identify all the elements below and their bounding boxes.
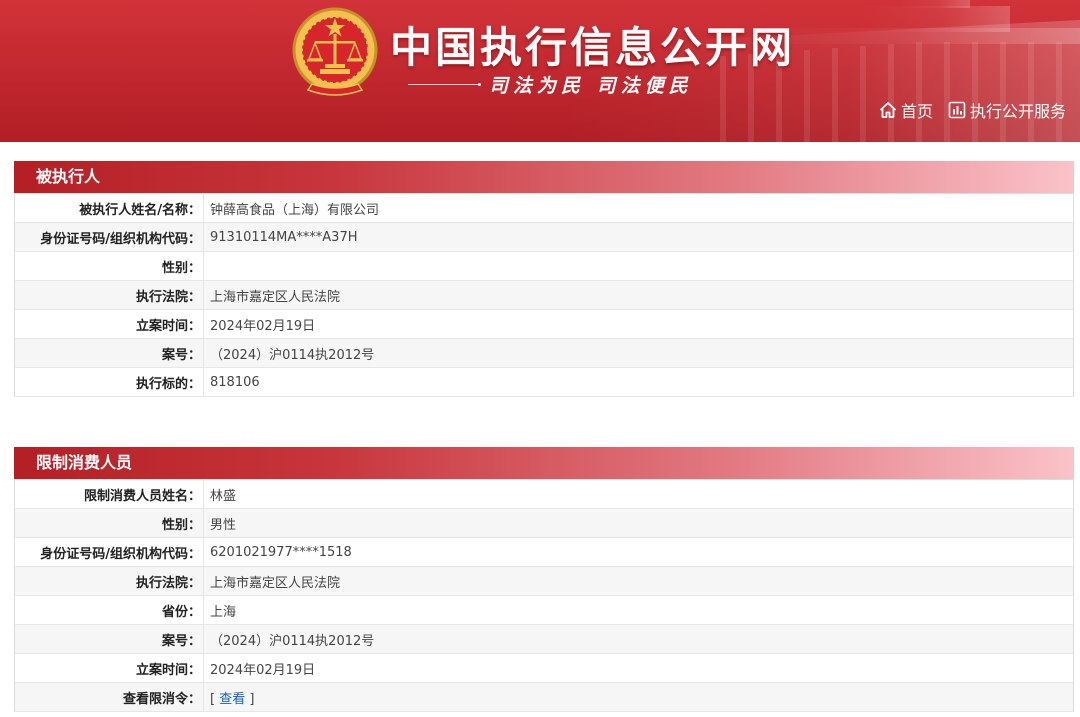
debtor-section-title: 被执行人 [14,161,1074,193]
field-label: 身份证号码/组织机构代码： [14,537,204,567]
site-header: 中国执行信息公开网 司法为民 司法便民 首页 执行公开服务 [0,0,1080,142]
field-label: 性别： [14,251,204,281]
table-row: 被执行人姓名/名称： 钟薛高食品（上海）有限公司 [14,193,1074,223]
home-icon [879,102,897,118]
table-row: 限制消费人员姓名： 林盛 [14,479,1074,509]
table-row: 立案时间： 2024年02月19日 [14,653,1074,683]
bracket-close: ] [245,691,255,707]
site-slogan: 司法为民 司法便民 [408,70,748,98]
debtor-info-table: 被执行人姓名/名称： 钟薛高食品（上海）有限公司 身份证号码/组织机构代码： 9… [14,193,1074,397]
restricted-gender-value: 男性 [203,508,1074,538]
nav-execution-service[interactable]: 执行公开服务 [947,98,1066,122]
nav-service-label: 执行公开服务 [969,102,1066,121]
site-title: 中国执行信息公开网 [390,23,796,72]
restricted-consumer-section: 限制消费人员 限制消费人员姓名： 林盛 性别： 男性 身份证号码/组织机构代码：… [14,447,1074,712]
restricted-case-number-value: （2024）沪0114执2012号 [203,624,1074,654]
slogan-dot [478,82,481,86]
field-label: 身份证号码/组织机构代码： [14,222,204,252]
field-label: 执行标的： [14,367,204,397]
restricted-section-title: 限制消费人员 [14,447,1074,479]
field-label: 执行法院： [14,566,204,596]
slogan-text: 司法为民 司法便民 [489,74,693,97]
table-row: 执行标的： 818106 [14,367,1074,397]
table-row: 案号： （2024）沪0114执2012号 [14,338,1074,368]
debtor-name-value: 钟薛高食品（上海）有限公司 [203,193,1074,223]
field-label: 案号： [14,338,204,368]
table-row: 执行法院： 上海市嘉定区人民法院 [14,280,1074,310]
table-row: 性别： 男性 [14,508,1074,538]
table-row: 案号： （2024）沪0114执2012号 [14,624,1074,654]
table-row: 省份： 上海 [14,595,1074,625]
restricted-court-value: 上海市嘉定区人民法院 [203,566,1074,596]
view-restriction-order-link[interactable]: 查看 [219,692,245,707]
table-row: 性别： [14,251,1074,281]
restricted-id-value: 6201021977****1518 [203,537,1074,567]
court-emblem-icon [292,7,378,96]
table-row: 身份证号码/组织机构代码： 91310114MA****A37H [14,222,1074,252]
field-label: 案号： [14,624,204,654]
debtor-gender-value [203,251,1074,281]
restricted-filing-date-value: 2024年02月19日 [203,653,1074,683]
restricted-info-table: 限制消费人员姓名： 林盛 性别： 男性 身份证号码/组织机构代码： 620102… [14,479,1074,712]
field-label: 查看限消令： [14,682,204,712]
field-label: 立案时间： [14,653,204,683]
nav-home[interactable]: 首页 [878,98,933,122]
bracket-open: [ [210,691,220,707]
table-row: 查看限消令： [ 查看 ] [14,682,1074,712]
debtor-section: 被执行人 被执行人姓名/名称： 钟薛高食品（上海）有限公司 身份证号码/组织机构… [14,161,1074,397]
debtor-amount-value: 818106 [203,367,1074,397]
chart-icon [948,101,966,119]
field-label: 性别： [14,508,204,538]
debtor-court-value: 上海市嘉定区人民法院 [203,280,1074,310]
slogan-divider [408,83,478,85]
debtor-filing-date-value: 2024年02月19日 [203,309,1074,339]
field-label: 省份： [14,595,204,625]
table-row: 身份证号码/组织机构代码： 6201021977****1518 [14,537,1074,567]
debtor-id-value: 91310114MA****A37H [203,222,1074,252]
restricted-name-value: 林盛 [203,479,1074,509]
field-label: 立案时间： [14,309,204,339]
table-row: 立案时间： 2024年02月19日 [14,309,1074,339]
nav-home-label: 首页 [900,102,933,121]
restriction-order-cell: [ 查看 ] [203,682,1074,712]
field-label: 限制消费人员姓名： [14,479,204,509]
debtor-case-number-value: （2024）沪0114执2012号 [203,338,1074,368]
field-label: 执行法院： [14,280,204,310]
top-nav: 首页 执行公开服务 [878,98,1066,122]
table-row: 执行法院： 上海市嘉定区人民法院 [14,566,1074,596]
field-label: 被执行人姓名/名称： [14,193,204,223]
restricted-province-value: 上海 [203,595,1074,625]
